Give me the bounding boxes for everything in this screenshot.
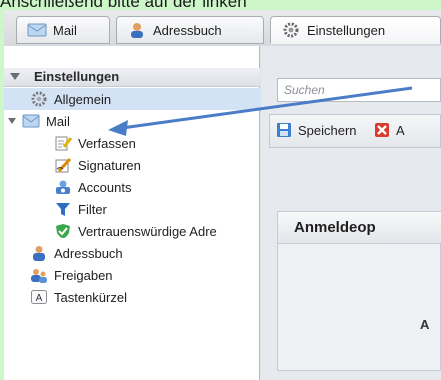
svg-text:A: A <box>36 293 43 304</box>
close-icon <box>375 123 389 137</box>
settings-sidebar: Einstellungen Allgemein Mail Verfassen S… <box>4 46 286 380</box>
tab-mail-label: Mail <box>53 22 77 38</box>
compose-icon <box>55 136 72 151</box>
contact-person-icon <box>33 246 45 261</box>
shield-check-icon <box>56 224 70 238</box>
sidebar-item-label: Allgemein <box>54 91 112 107</box>
panel-label: A <box>420 317 430 332</box>
envelope-icon <box>22 114 40 128</box>
gear-icon <box>283 22 299 38</box>
settings-window: Mail Adressbuch Einstellungen Einstellun… <box>4 10 441 380</box>
settings-content: Suchen Speichern A Anmeldeop A <box>261 46 441 380</box>
expand-triangle-icon[interactable] <box>8 118 16 124</box>
settings-toolbar: Speichern A <box>269 114 441 148</box>
collapse-triangle-icon[interactable] <box>10 73 20 80</box>
save-button[interactable]: Speichern <box>276 122 357 138</box>
sidebar-item-adressbuch[interactable]: Adressbuch <box>4 242 286 264</box>
sidebar-item-mail[interactable]: Mail <box>4 110 278 132</box>
tab-einstellungen-label: Einstellungen <box>307 22 386 38</box>
sidebar-item-label: Mail <box>46 113 70 129</box>
sidebar-item-label: Freigaben <box>54 267 113 283</box>
filter-icon <box>56 203 70 216</box>
sidebar-item-label: Signaturen <box>78 157 141 173</box>
sidebar-item-allgemein[interactable]: Allgemein <box>4 88 286 110</box>
gear-icon <box>31 91 47 107</box>
login-options-panel: Anmeldeop A <box>277 211 441 371</box>
sidebar-item-freigaben[interactable]: Freigaben <box>4 264 286 286</box>
keyboard-key-icon: A <box>31 290 47 304</box>
accounts-icon <box>56 180 70 194</box>
tab-bar: Mail Adressbuch Einstellungen <box>4 10 441 46</box>
tab-adressbuch-label: Adressbuch <box>153 22 222 38</box>
sidebar-item-label: Adressbuch <box>54 245 123 261</box>
signature-pen-icon <box>55 157 72 173</box>
save-button-label: Speichern <box>298 122 357 138</box>
tab-einstellungen[interactable]: Einstellungen <box>270 16 441 44</box>
sidebar-item-label: Accounts <box>78 179 132 195</box>
save-disk-icon <box>277 123 291 137</box>
sidebar-item-label: Tastenkürzel <box>54 289 127 305</box>
abort-button-label: A <box>396 122 405 138</box>
sidebar-item-label: Vertrauenswürdige Adre <box>78 223 217 239</box>
share-people-icon <box>31 269 47 283</box>
sidebar-item-tastenkuerzel[interactable]: A Tastenkürzel <box>4 286 286 308</box>
sidebar-item-label: Verfassen <box>78 135 136 151</box>
sidebar-header[interactable]: Einstellungen <box>4 68 260 87</box>
tab-mail[interactable]: Mail <box>16 16 110 44</box>
search-input[interactable]: Suchen <box>277 78 441 102</box>
envelope-icon <box>27 23 47 37</box>
sidebar-header-label: Einstellungen <box>34 69 120 84</box>
sidebar-item-label: Filter <box>78 201 107 217</box>
contact-person-icon <box>131 23 143 38</box>
tab-adressbuch[interactable]: Adressbuch <box>116 16 264 44</box>
panel-title: Anmeldeop <box>278 212 441 244</box>
abort-button[interactable]: A <box>374 122 405 138</box>
